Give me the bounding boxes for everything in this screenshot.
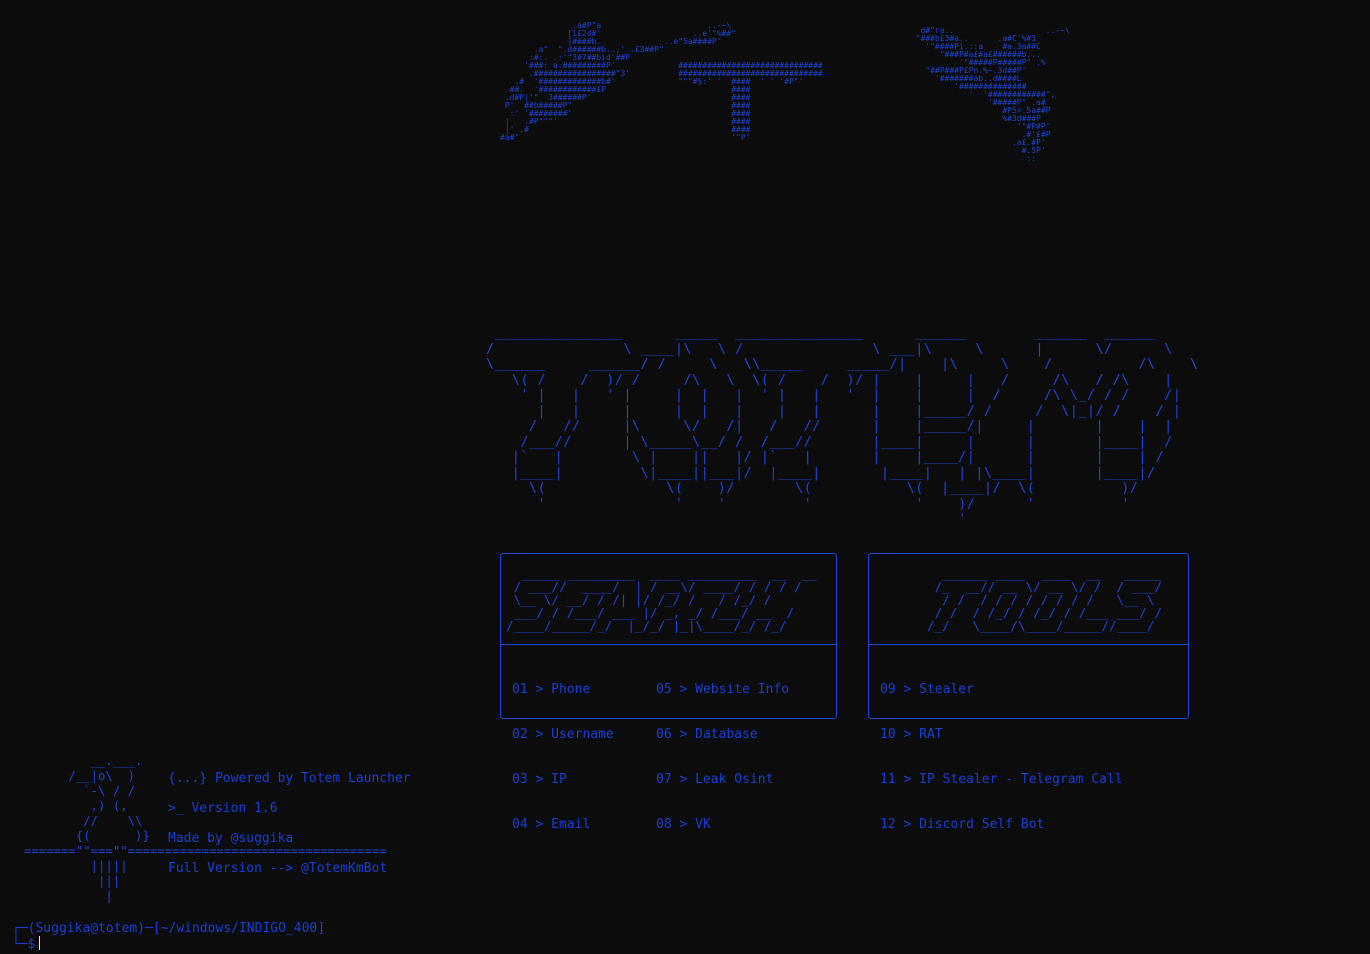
menu-item-database[interactable]: 06 > Database <box>656 727 789 742</box>
shell-prompt-input[interactable]: └─$ <box>12 936 41 952</box>
menu-item-vk[interactable]: 08 > VK <box>656 817 789 832</box>
full-version-text: Full Version --> @TotemKmBot <box>168 861 388 876</box>
menu-item-stealer[interactable]: 09 > Stealer <box>880 682 1123 697</box>
totem-figure-art-right: d#"ra.. ..-~\ "###b£3#a.. .a#C'%#3 '"###… <box>915 26 1070 163</box>
menu-item-discord-self-bot[interactable]: 12 > Discord Self Bot <box>880 817 1123 832</box>
search-panel-banner: _____ _________ ____ _________ __ __ / _… <box>501 554 836 645</box>
tools-panel: ______ ____ ____ __ _____ /_ __// __ \/ … <box>868 553 1189 832</box>
shell-prompt-symbol: └─$ <box>12 937 36 952</box>
totem-figure-art: .a#P"a ..-~\ [i£2d#' ..e'"%##" ]####b. .… <box>500 21 823 142</box>
menu-item-ip-stealer-telegram-call[interactable]: 11 > IP Stealer - Telegram Call <box>880 772 1123 787</box>
powered-by-text: {...} Powered by Totem Launcher <box>168 771 411 786</box>
text-cursor <box>39 936 41 950</box>
menu-item-username[interactable]: 02 > Username <box>512 727 614 742</box>
shell-prompt-header: ┌─(Suggika@totem)─[~/windows/INDIGO_400] <box>12 921 326 936</box>
menu-item-ip[interactable]: 03 > IP <box>512 772 614 787</box>
tools-menu: 09 > Stealer 10 > RAT 11 > IP Stealer - … <box>880 652 1123 832</box>
menu-item-rat[interactable]: 10 > RAT <box>880 727 1123 742</box>
version-text: >_ Version 1.6 <box>168 801 278 816</box>
tools-menu-column: 09 > Stealer 10 > RAT 11 > IP Stealer - … <box>880 652 1123 862</box>
menu-item-website-info[interactable]: 05 > Website Info <box>656 682 789 697</box>
menu-item-leak-osint[interactable]: 07 > Leak Osint <box>656 772 789 787</box>
search-menu-column-1: 01 > Phone 02 > Username 03 > IP 04 > Em… <box>512 652 614 862</box>
search-banner-art: _____ _________ ____ _________ __ __ / _… <box>506 566 817 633</box>
search-panel: _____ _________ ____ _________ __ __ / _… <box>500 553 837 832</box>
menu-item-email[interactable]: 04 > Email <box>512 817 614 832</box>
search-menu: 01 > Phone 02 > Username 03 > IP 04 > Em… <box>512 652 789 832</box>
tools-panel-banner: ______ ____ ____ __ _____ /_ __// __ \/ … <box>869 554 1188 645</box>
tools-banner-art: ______ ____ ____ __ _____ /_ __// __ \/ … <box>927 566 1163 633</box>
totem-logo-art: _______________ _____ _______________ __… <box>486 325 1199 527</box>
made-by-text: Made by @suggika <box>168 831 294 846</box>
search-menu-column-2: 05 > Website Info 06 > Database 07 > Lea… <box>656 652 789 862</box>
menu-item-phone[interactable]: 01 > Phone <box>512 682 614 697</box>
